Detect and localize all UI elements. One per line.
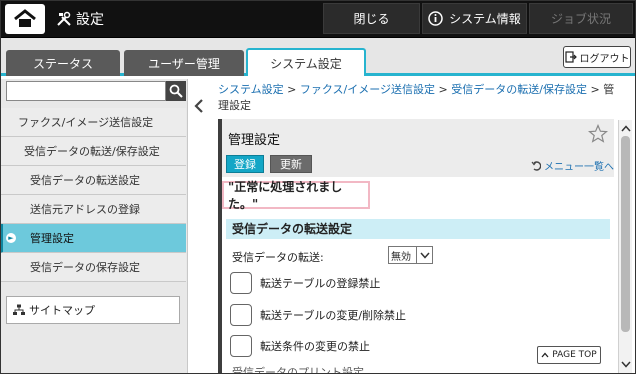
scrollbar[interactable] [618, 120, 632, 374]
arrow-bullet-icon: ► [6, 233, 16, 243]
info-icon [428, 11, 443, 26]
page-top-label: PAGE TOP [552, 350, 597, 360]
main-content: システム設定 > ファクス/イメージ送信設定 > 受信データの転送/保存設定 >… [210, 79, 620, 374]
transfer-select-value: 無効 [391, 251, 411, 263]
search-icon [169, 84, 183, 98]
tab-status-label: ステータス [32, 56, 93, 71]
status-message: "正常に処理されました。" [222, 180, 370, 211]
forward-table-edit-checkbox[interactable] [230, 304, 252, 326]
settings-panel: 管理設定 登録 更新 メニュー一覧へ "正常に処理されました。" 受信データの転… [218, 119, 614, 374]
system-info-button[interactable]: システム情報 [422, 3, 527, 34]
sitemap-label: サイトマップ [29, 304, 95, 317]
chevron-left-icon [194, 99, 203, 113]
status-message-text: "正常に処理されました。" [228, 180, 343, 211]
next-setting-label: 受信データのプリント設定 [232, 366, 364, 374]
tab-user-management[interactable]: ユーザー管理 [124, 50, 244, 76]
job-status-button[interactable]: ジョブ状況 [529, 3, 633, 34]
checkbox-row: 転送テーブルの変更/削除禁止 [230, 304, 406, 326]
page-title: 管理設定 [228, 133, 281, 148]
sidebar-item-received-data-transfer[interactable]: 受信データの転送設定 [0, 166, 186, 195]
forward-table-register-checkbox[interactable] [230, 272, 252, 294]
tools-icon [57, 11, 71, 26]
top-bar: 設定 閉じる システム情報 ジョブ状況 [0, 0, 636, 38]
sidebar-item-received-data-transfer-save[interactable]: 受信データの転送/保存設定 [0, 137, 186, 166]
scroll-up-icon[interactable] [620, 122, 632, 134]
tab-system-settings-label: システム設定 [270, 56, 342, 71]
sidebar-item-label: 受信データの転送設定 [30, 174, 140, 187]
update-label: 更新 [280, 158, 302, 171]
star-icon[interactable] [588, 124, 608, 144]
job-status-label: ジョブ状況 [550, 12, 611, 26]
checkbox-label: 転送条件の変更の禁止 [260, 340, 370, 353]
chevron-up-icon [541, 352, 549, 358]
sidebar-item-label: ファクス/イメージ送信設定 [18, 116, 154, 129]
breadcrumb-link[interactable]: ファクス/イメージ送信設定 [300, 83, 435, 96]
tab-status[interactable]: ステータス [6, 50, 120, 76]
action-bar: 登録 更新 メニュー一覧へ [222, 153, 614, 177]
sidebar-item-sender-address[interactable]: 送信元アドレスの登録 [0, 195, 186, 224]
breadcrumb-link[interactable]: 受信データの転送/保存設定 [451, 83, 587, 96]
chevron-down-icon [416, 247, 432, 263]
scroll-down-icon[interactable] [620, 358, 632, 370]
home-button[interactable] [5, 4, 45, 34]
forward-condition-checkbox[interactable] [230, 335, 252, 357]
register-label: 登録 [234, 158, 256, 171]
search-button[interactable] [166, 81, 186, 101]
transfer-select[interactable]: 無効 [388, 246, 433, 264]
section-title: 受信データの転送設定 [226, 219, 610, 239]
sitemap-icon [13, 304, 25, 315]
checkbox-label: 転送テーブルの登録禁止 [260, 277, 381, 290]
sidebar-item-label: 管理設定 [30, 232, 74, 245]
close-button-label: 閉じる [353, 12, 390, 26]
checkbox-label: 転送テーブルの変更/削除禁止 [260, 309, 407, 322]
sidebar-item-label: 受信データの保存設定 [30, 261, 140, 274]
next-setting-row: 受信データのプリント設定 [232, 365, 364, 374]
search-input[interactable] [6, 81, 166, 101]
checkbox-row: 転送テーブルの登録禁止 [230, 272, 380, 294]
register-button[interactable]: 登録 [226, 155, 264, 173]
app-title-text: 設定 [76, 12, 104, 28]
scrollbar-thumb[interactable] [621, 136, 630, 332]
section-title-text: 受信データの転送設定 [232, 222, 353, 236]
transfer-field-label: 受信データの転送: [232, 251, 324, 264]
menu-list-label: メニュー一覧へ [544, 162, 614, 173]
close-button[interactable]: 閉じる [323, 3, 420, 34]
sidebar-item-label: 受信データの転送/保存設定 [24, 145, 160, 158]
tab-user-management-label: ユーザー管理 [148, 56, 220, 71]
system-info-label: システム情報 [449, 12, 521, 26]
sidebar-item-admin-settings[interactable]: ► 管理設定 [0, 224, 186, 253]
sidebar-item-label: 送信元アドレスの登録 [30, 203, 140, 216]
checkbox-row: 転送条件の変更の禁止 [230, 335, 370, 357]
menu-list-link[interactable]: メニュー一覧へ [531, 158, 614, 173]
logout-button[interactable]: ログアウト [563, 46, 631, 68]
update-button[interactable]: 更新 [270, 155, 312, 173]
breadcrumb-link[interactable]: システム設定 [218, 83, 284, 96]
tab-system-settings[interactable]: システム設定 [246, 48, 366, 76]
sitemap-button[interactable]: サイトマップ [6, 296, 180, 324]
panel-header: 管理設定 [222, 119, 614, 153]
sidebar-item-received-data-save[interactable]: 受信データの保存設定 [0, 253, 186, 282]
back-arrow-icon [531, 160, 541, 171]
tab-row: ステータス ユーザー管理 システム設定 [0, 38, 636, 76]
home-icon [14, 9, 36, 27]
breadcrumb: システム設定 > ファクス/イメージ送信設定 > 受信データの転送/保存設定 >… [218, 83, 615, 112]
sidebar: ファクス/イメージ送信設定 受信データの転送/保存設定 受信データの転送設定 送… [0, 79, 188, 374]
app-title: 設定 [56, 9, 104, 29]
sidebar-item-fax-image-send[interactable]: ファクス/イメージ送信設定 [0, 108, 186, 137]
collapse-sidebar-button[interactable] [188, 92, 210, 120]
page-top-button[interactable]: PAGE TOP [537, 346, 601, 364]
logout-icon [564, 51, 577, 63]
logout-label: ログアウト [579, 53, 630, 65]
